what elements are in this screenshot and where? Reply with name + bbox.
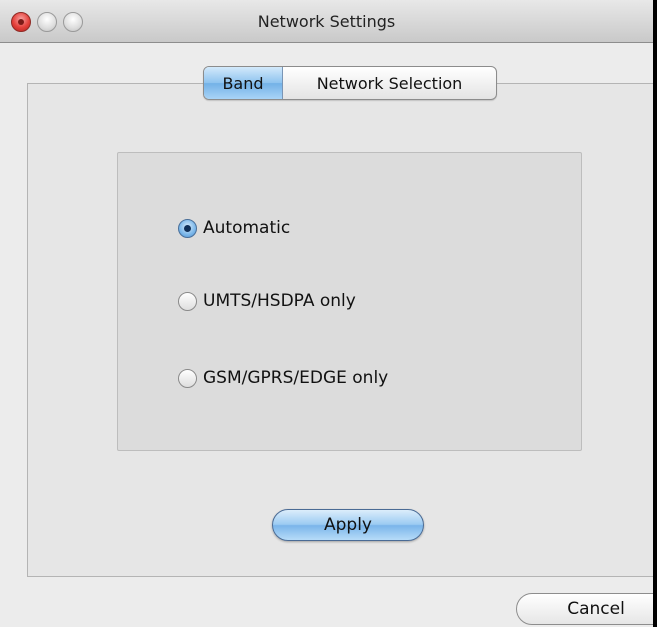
apply-button[interactable]: Apply <box>272 509 424 541</box>
radio-option-gsm-gprs-edge[interactable]: GSM/GPRS/EDGE only <box>178 366 388 390</box>
tab-band[interactable]: Band <box>204 67 283 99</box>
radio-option-umts-hsdpa[interactable]: UMTS/HSDPA only <box>178 289 356 313</box>
cancel-button[interactable]: Cancel <box>516 593 653 625</box>
window-edge <box>653 0 657 627</box>
radio-button[interactable] <box>178 291 197 311</box>
title-bar[interactable]: Network Settings <box>0 0 653 43</box>
network-settings-window: Network Settings Band Network Selection … <box>0 0 653 627</box>
radio-label[interactable]: GSM/GPRS/EDGE only <box>203 368 388 388</box>
window-title: Network Settings <box>257 12 396 31</box>
tab-network-selection[interactable]: Network Selection <box>283 67 496 99</box>
radio-option-automatic[interactable]: Automatic <box>178 216 290 240</box>
radio-button-checked[interactable] <box>178 218 197 238</box>
radio-label[interactable]: UMTS/HSDPA only <box>203 291 356 311</box>
radio-button[interactable] <box>178 368 197 388</box>
tab-bar: Band Network Selection <box>203 66 497 100</box>
radio-label[interactable]: Automatic <box>203 218 290 238</box>
